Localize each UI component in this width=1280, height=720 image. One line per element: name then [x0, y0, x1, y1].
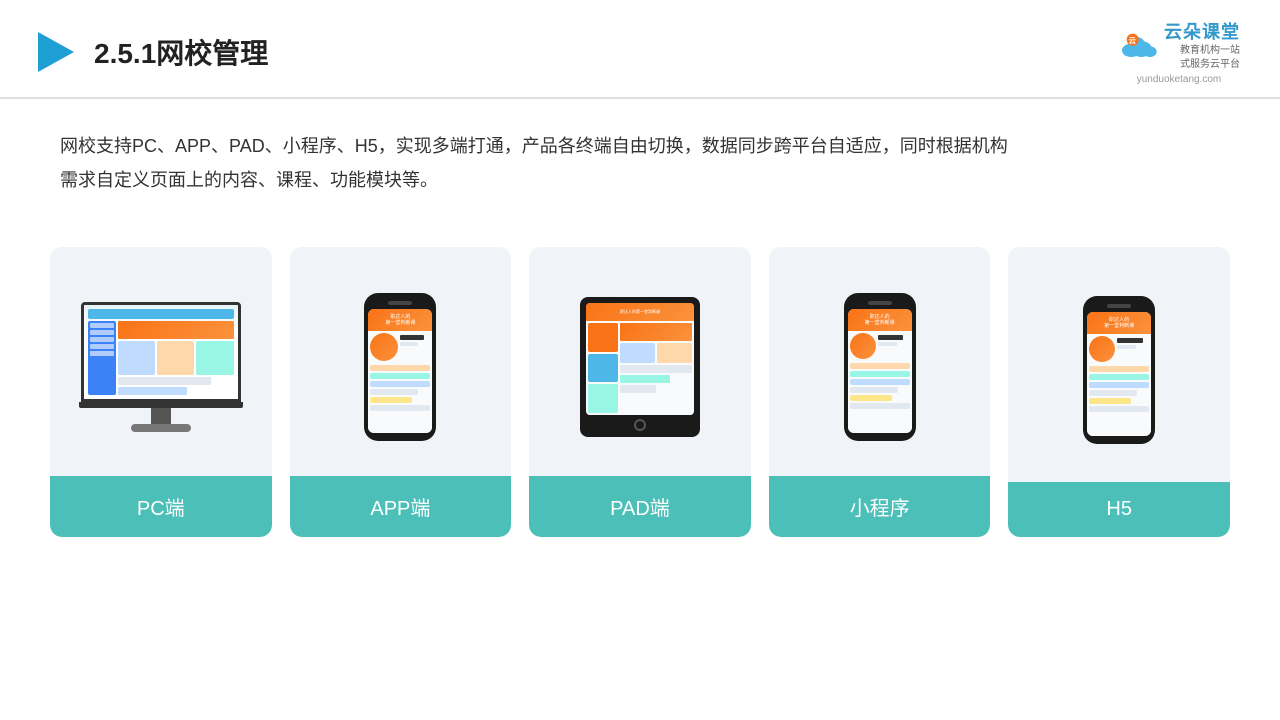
logo-cloud: 云 云朵课堂 教育机构一站 式服务云平台: [1118, 18, 1240, 72]
card-miniprogram: 职达人的第一堂判断课: [769, 247, 991, 537]
miniprogram-image-area: 职达人的第一堂判断课: [769, 247, 991, 476]
card-label-pad: PAD端: [529, 476, 751, 537]
app-image-area: 职达人的第一堂判断课: [290, 247, 512, 476]
play-icon: [30, 28, 78, 76]
description-line2: 需求自定义页面上的内容、课程、功能模块等。: [60, 163, 1220, 197]
h5-screen: 职达人的第一堂判断课: [1087, 312, 1151, 436]
header-left: 2.5.1网校管理: [30, 28, 268, 76]
cloud-icon: 云: [1118, 30, 1158, 60]
phone-screen: 职达人的第一堂判断课: [368, 309, 432, 433]
svg-text:云: 云: [1129, 36, 1137, 45]
card-label-miniprogram: 小程序: [769, 476, 991, 537]
card-pc: PC端: [50, 247, 272, 537]
pc-monitor-mock: [79, 302, 243, 432]
h5-phone-mock: 职达人的第一堂判断课: [1083, 296, 1155, 444]
app-phone-mock: 职达人的第一堂判断课: [364, 293, 436, 441]
h5-image-area: 职达人的第一堂判断课: [1008, 247, 1230, 482]
logo-area: 云 云朵课堂 教育机构一站 式服务云平台 yunduoketang.com: [1118, 18, 1240, 85]
tablet-home-btn: [634, 419, 646, 431]
logo-text-group: 云朵课堂 教育机构一站 式服务云平台: [1164, 18, 1240, 72]
phone-top-bar-3: [1107, 304, 1131, 308]
page-header: 2.5.1网校管理 云 云朵课堂 教育机构一站 式服务云平台 yunduo: [0, 0, 1280, 99]
card-label-pc: PC端: [50, 476, 272, 537]
card-label-app: APP端: [290, 476, 512, 537]
card-label-h5: H5: [1008, 482, 1230, 537]
card-h5: 职达人的第一堂判断课: [1008, 247, 1230, 537]
monitor-screen: [81, 302, 241, 402]
description-line1: 网校支持PC、APP、PAD、小程序、H5，实现多端打通，产品各终端自由切换，数…: [60, 129, 1220, 163]
cards-container: PC端 职达人的第一堂判断课: [0, 217, 1280, 557]
phone-top-bar: [388, 301, 412, 305]
page-title: 2.5.1网校管理: [94, 32, 268, 72]
description-block: 网校支持PC、APP、PAD、小程序、H5，实现多端打通，产品各终端自由切换，数…: [0, 99, 1280, 207]
card-pad: 职达人的第一堂判断课: [529, 247, 751, 537]
tablet-screen: 职达人的第一堂判断课: [586, 303, 694, 415]
logo-tagline: 教育机构一站 式服务云平台: [1164, 44, 1240, 72]
logo-name: 云朵课堂: [1164, 18, 1240, 44]
pad-image-area: 职达人的第一堂判断课: [529, 247, 751, 476]
card-app: 职达人的第一堂判断课: [290, 247, 512, 537]
pc-image-area: [50, 247, 272, 476]
miniprogram-screen: 职达人的第一堂判断课: [848, 309, 912, 433]
miniprogram-phone-mock: 职达人的第一堂判断课: [844, 293, 916, 441]
pad-tablet-mock: 职达人的第一堂判断课: [580, 297, 700, 437]
logo-url: yunduoketang.com: [1137, 74, 1222, 85]
phone-top-bar-2: [868, 301, 892, 305]
